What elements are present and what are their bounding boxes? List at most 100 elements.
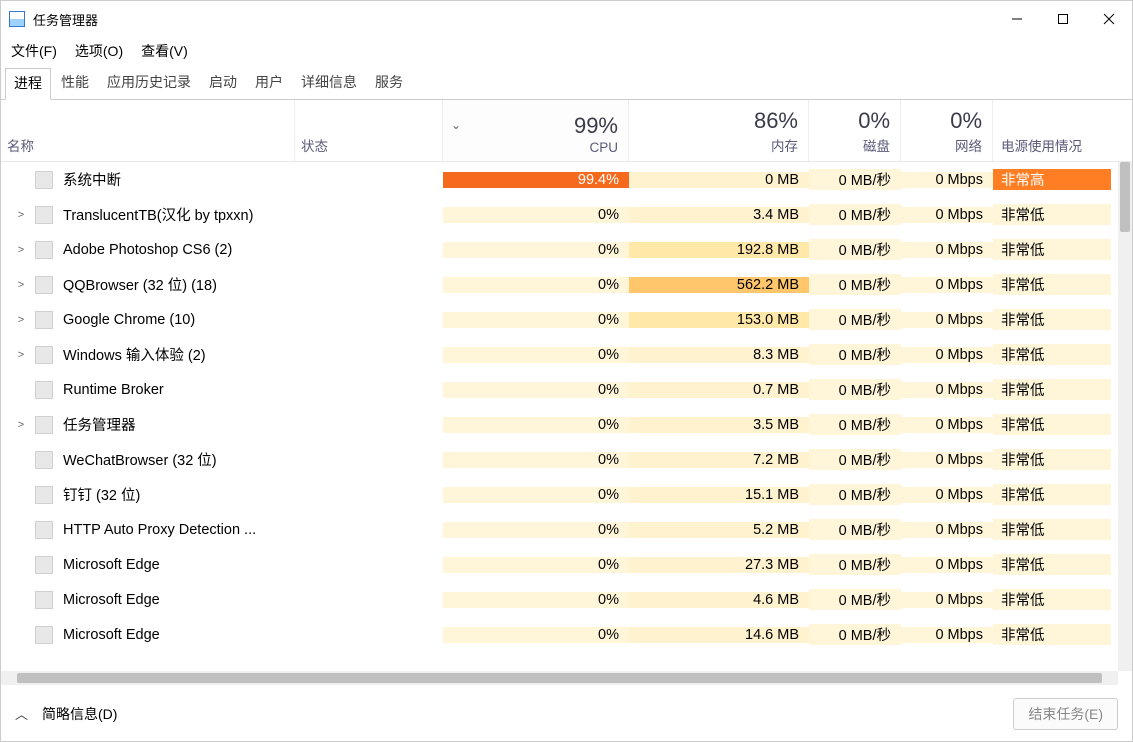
column-header-cpu[interactable]: ⌄ 99% CPU bbox=[443, 100, 629, 161]
process-network: 0 Mbps bbox=[901, 487, 993, 503]
process-icon bbox=[35, 276, 53, 294]
tab-6[interactable]: 服务 bbox=[367, 68, 411, 100]
process-power: 非常低 bbox=[993, 309, 1111, 330]
menubar: 文件(F) 选项(O) 查看(V) bbox=[1, 37, 1132, 67]
column-header-power[interactable]: 电源使用情况 bbox=[993, 100, 1113, 161]
process-row[interactable]: >Adobe Photoshop CS6 (2)0%192.8 MB0 MB/秒… bbox=[1, 232, 1132, 267]
process-icon bbox=[35, 451, 53, 469]
app-icon bbox=[9, 11, 25, 27]
process-disk: 0 MB/秒 bbox=[809, 274, 901, 295]
process-power: 非常低 bbox=[993, 449, 1111, 470]
process-name-cell: 钉钉 (32 位) bbox=[1, 484, 443, 505]
close-button[interactable] bbox=[1086, 1, 1132, 37]
process-row[interactable]: HTTP Auto Proxy Detection ...0%5.2 MB0 M… bbox=[1, 512, 1132, 547]
process-network: 0 Mbps bbox=[901, 382, 993, 398]
process-memory: 153.0 MB bbox=[629, 312, 809, 328]
process-name-cell: Runtime Broker bbox=[1, 381, 443, 399]
process-memory: 7.2 MB bbox=[629, 452, 809, 468]
process-disk: 0 MB/秒 bbox=[809, 554, 901, 575]
process-disk: 0 MB/秒 bbox=[809, 169, 901, 190]
process-power: 非常低 bbox=[993, 589, 1111, 610]
process-memory: 3.5 MB bbox=[629, 417, 809, 433]
process-name: Microsoft Edge bbox=[63, 627, 160, 643]
process-network: 0 Mbps bbox=[901, 452, 993, 468]
process-name: Google Chrome (10) bbox=[63, 312, 195, 328]
column-header-memory[interactable]: 86% 内存 bbox=[629, 100, 809, 161]
process-memory: 8.3 MB bbox=[629, 347, 809, 363]
process-row[interactable]: Runtime Broker0%0.7 MB0 MB/秒0 Mbps非常低 bbox=[1, 372, 1132, 407]
menu-file[interactable]: 文件(F) bbox=[11, 41, 57, 61]
expand-icon[interactable]: > bbox=[15, 349, 27, 361]
process-name-cell: >TranslucentTB(汉化 by tpxxn) bbox=[1, 204, 443, 225]
process-row[interactable]: >QQBrowser (32 位) (18)0%562.2 MB0 MB/秒0 … bbox=[1, 267, 1132, 302]
process-row[interactable]: Microsoft Edge0%4.6 MB0 MB/秒0 Mbps非常低 bbox=[1, 582, 1132, 617]
column-header-disk[interactable]: 0% 磁盘 bbox=[809, 100, 901, 161]
process-disk: 0 MB/秒 bbox=[809, 379, 901, 400]
process-disk: 0 MB/秒 bbox=[809, 239, 901, 260]
process-cpu: 0% bbox=[443, 557, 629, 573]
process-memory: 562.2 MB bbox=[629, 277, 809, 293]
process-disk: 0 MB/秒 bbox=[809, 589, 901, 610]
process-memory: 0 MB bbox=[629, 172, 809, 188]
tab-2[interactable]: 应用历史记录 bbox=[99, 68, 199, 100]
process-cpu: 0% bbox=[443, 592, 629, 608]
process-memory: 15.1 MB bbox=[629, 487, 809, 503]
process-network: 0 Mbps bbox=[901, 207, 993, 223]
process-cpu: 0% bbox=[443, 207, 629, 223]
expand-icon[interactable]: > bbox=[15, 314, 27, 326]
scrollbar-thumb[interactable] bbox=[1120, 162, 1130, 232]
process-name-cell: Microsoft Edge bbox=[1, 556, 443, 574]
expand-icon[interactable]: > bbox=[15, 209, 27, 221]
process-disk: 0 MB/秒 bbox=[809, 484, 901, 505]
process-power: 非常低 bbox=[993, 204, 1111, 225]
process-list[interactable]: 系统中断99.4%0 MB0 MB/秒0 Mbps非常高>Translucent… bbox=[1, 162, 1132, 671]
process-cpu: 0% bbox=[443, 312, 629, 328]
process-row[interactable]: >Google Chrome (10)0%153.0 MB0 MB/秒0 Mbp… bbox=[1, 302, 1132, 337]
tab-3[interactable]: 启动 bbox=[201, 68, 245, 100]
process-row[interactable]: >任务管理器0%3.5 MB0 MB/秒0 Mbps非常低 bbox=[1, 407, 1132, 442]
process-power: 非常低 bbox=[993, 344, 1111, 365]
menu-view[interactable]: 查看(V) bbox=[141, 41, 188, 61]
process-cpu: 0% bbox=[443, 347, 629, 363]
column-headers: 名称 状态 ⌄ 99% CPU 86% 内存 0% 磁盘 0% 网络 电源使用情… bbox=[1, 100, 1132, 162]
menu-options[interactable]: 选项(O) bbox=[75, 41, 123, 61]
expand-icon[interactable]: > bbox=[15, 419, 27, 431]
process-row[interactable]: 钉钉 (32 位)0%15.1 MB0 MB/秒0 Mbps非常低 bbox=[1, 477, 1132, 512]
tab-5[interactable]: 详细信息 bbox=[293, 68, 365, 100]
process-row[interactable]: 系统中断99.4%0 MB0 MB/秒0 Mbps非常高 bbox=[1, 162, 1132, 197]
chevron-up-icon[interactable]: ︿ bbox=[15, 704, 28, 723]
process-memory: 14.6 MB bbox=[629, 627, 809, 643]
end-task-button[interactable]: 结束任务(E) bbox=[1013, 698, 1118, 730]
horizontal-scrollbar[interactable] bbox=[1, 671, 1118, 685]
process-memory: 0.7 MB bbox=[629, 382, 809, 398]
column-header-name[interactable]: 名称 bbox=[1, 100, 295, 161]
column-header-status[interactable]: 状态 bbox=[295, 100, 443, 161]
process-row[interactable]: >Windows 输入体验 (2)0%8.3 MB0 MB/秒0 Mbps非常低 bbox=[1, 337, 1132, 372]
minimize-button[interactable] bbox=[994, 1, 1040, 37]
process-icon bbox=[35, 206, 53, 224]
process-name: 任务管理器 bbox=[63, 414, 136, 435]
process-name: Windows 输入体验 (2) bbox=[63, 344, 206, 365]
tab-0[interactable]: 进程 bbox=[5, 68, 51, 100]
vertical-scrollbar[interactable] bbox=[1118, 162, 1132, 671]
process-row[interactable]: >TranslucentTB(汉化 by tpxxn)0%3.4 MB0 MB/… bbox=[1, 197, 1132, 232]
maximize-button[interactable] bbox=[1040, 1, 1086, 37]
process-row[interactable]: Microsoft Edge0%27.3 MB0 MB/秒0 Mbps非常低 bbox=[1, 547, 1132, 582]
expand-icon[interactable]: > bbox=[15, 279, 27, 291]
process-disk: 0 MB/秒 bbox=[809, 449, 901, 470]
process-network: 0 Mbps bbox=[901, 522, 993, 538]
tab-4[interactable]: 用户 bbox=[247, 68, 291, 100]
fewer-details-link[interactable]: 简略信息(D) bbox=[42, 704, 117, 724]
process-row[interactable]: WeChatBrowser (32 位)0%7.2 MB0 MB/秒0 Mbps… bbox=[1, 442, 1132, 477]
process-network: 0 Mbps bbox=[901, 312, 993, 328]
process-row[interactable]: Microsoft Edge0%14.6 MB0 MB/秒0 Mbps非常低 bbox=[1, 617, 1132, 652]
process-disk: 0 MB/秒 bbox=[809, 414, 901, 435]
scrollbar-thumb[interactable] bbox=[17, 673, 1102, 683]
tab-1[interactable]: 性能 bbox=[53, 68, 97, 100]
process-cpu: 0% bbox=[443, 277, 629, 293]
process-name-cell: > Google Chrome (10) bbox=[1, 311, 443, 329]
process-icon bbox=[35, 346, 53, 364]
column-header-network[interactable]: 0% 网络 bbox=[901, 100, 993, 161]
process-memory: 3.4 MB bbox=[629, 207, 809, 223]
expand-icon[interactable]: > bbox=[15, 244, 27, 256]
